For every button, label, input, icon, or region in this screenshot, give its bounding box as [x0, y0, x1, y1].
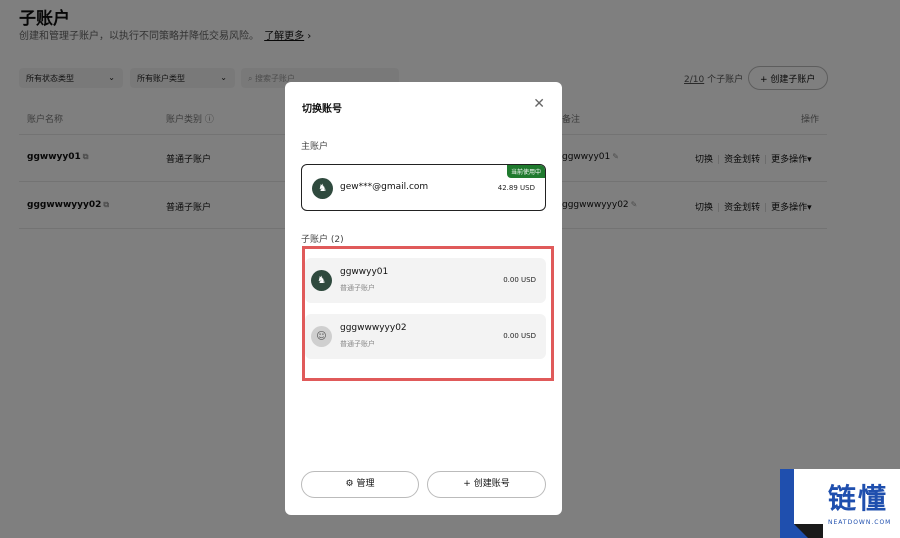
main-account-balance: 42.89 USD — [497, 184, 535, 192]
watermark-text: 链懂 — [828, 482, 889, 515]
plus-icon: + — [463, 479, 471, 489]
modal-title: 切换账号 — [302, 104, 342, 115]
current-badge: 当前使用中 — [506, 165, 545, 178]
annotation-highlight-box — [302, 246, 554, 381]
main-account-card[interactable]: 当前使用中 ♞ gew***@gmail.com 42.89 USD — [301, 164, 546, 211]
create-account-button[interactable]: + 创建账号 — [427, 471, 546, 498]
watermark-logo: 链懂 NEATDOWN.COM — [780, 469, 900, 538]
manage-label: 管理 — [356, 479, 375, 489]
watermark-l-icon — [780, 469, 823, 538]
main-account-label: 主账户 — [301, 142, 329, 152]
create-account-label: 创建账号 — [473, 479, 510, 489]
gear-icon: ⚙ — [345, 479, 354, 489]
close-icon[interactable]: ✕ — [533, 96, 545, 112]
sub-account-label: 子账户 (2) — [301, 235, 344, 245]
page: 子账户 创建和管理子账户，以执行不同策略并降低交易风险。 了解更多› 所有状态类… — [0, 0, 900, 538]
manage-button[interactable]: ⚙ 管理 — [301, 471, 419, 498]
watermark-subtext: NEATDOWN.COM — [828, 519, 892, 526]
main-account-email: gew***@gmail.com — [340, 182, 429, 192]
avatar: ♞ — [312, 178, 333, 199]
